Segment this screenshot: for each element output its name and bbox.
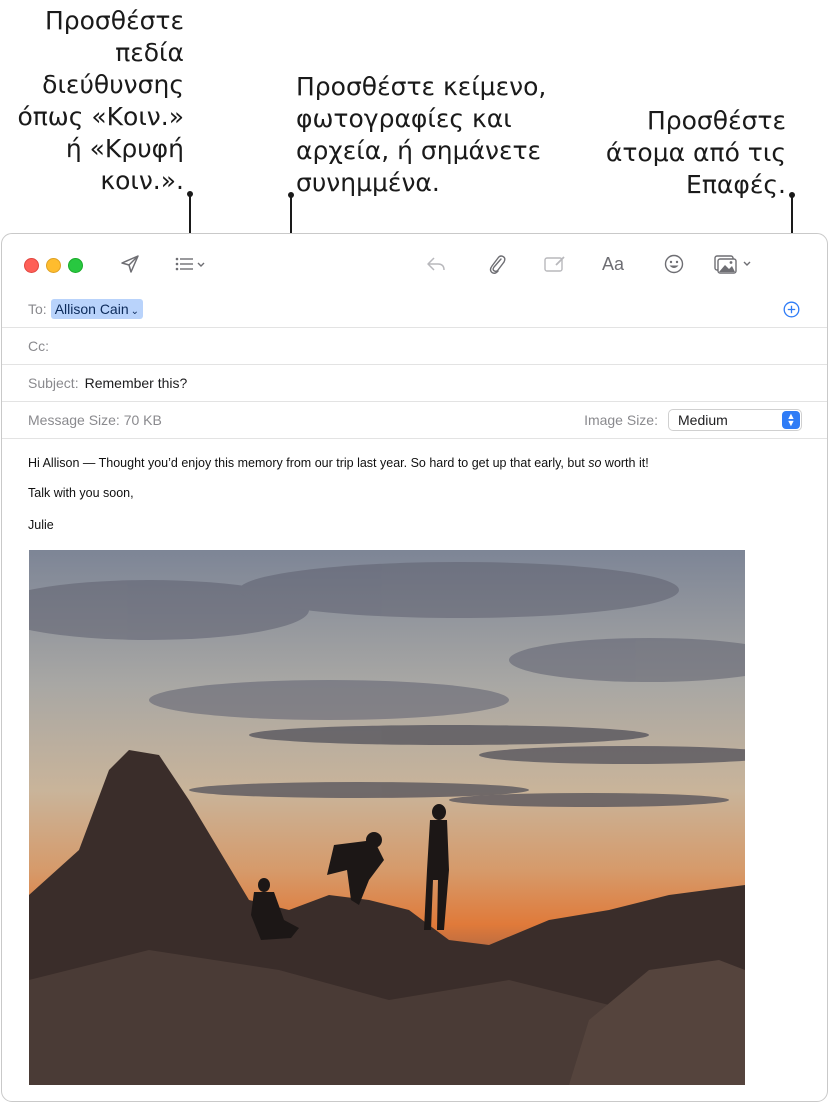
body-signature: Julie <box>28 518 54 532</box>
header-fields-button[interactable] <box>170 250 210 278</box>
recipient-token[interactable]: Allison Cain ⌄ <box>50 299 144 319</box>
image-size-select[interactable]: Medium ▲ ▼ <box>668 409 802 431</box>
attach-icon <box>489 255 506 274</box>
send-button[interactable] <box>116 250 144 278</box>
photo-browser-icon <box>714 255 751 274</box>
image-size-label: Image Size: <box>584 412 658 428</box>
emoji-button[interactable] <box>660 250 688 278</box>
recipient-name: Allison Cain <box>54 301 129 317</box>
message-size-bar: Message Size: 70 KB Image Size: Medium ▲… <box>2 402 827 439</box>
callout-add-content: Προσθέστε κείμενο, φωτογραφίες και αρχεί… <box>296 72 547 197</box>
chevron-down-icon: ⌄ <box>130 306 140 317</box>
minimize-window-button[interactable] <box>46 258 61 273</box>
zoom-window-button[interactable] <box>68 258 83 273</box>
emoji-icon <box>664 254 684 274</box>
photo-browser-button[interactable] <box>710 250 756 278</box>
body-line: Hi Allison — Thought you’d enjoy this me… <box>28 456 649 470</box>
reply-icon <box>427 257 445 271</box>
to-label: To: <box>28 301 47 317</box>
compose-window: Aa To: Allison Cain ⌄ Cc: Subject: Rememb… <box>1 233 828 1102</box>
attached-photo[interactable] <box>29 550 745 1085</box>
header-fields-icon <box>175 257 205 271</box>
format-button[interactable]: Aa <box>598 250 628 278</box>
select-stepper-icon: ▲ ▼ <box>782 411 800 429</box>
reply-button[interactable] <box>422 250 450 278</box>
markup-icon <box>544 256 565 272</box>
callout-add-contacts: Προσθέστε άτομα από τις Επαφές. <box>605 106 786 199</box>
attach-button[interactable] <box>483 250 511 278</box>
body-line: Talk with you soon, <box>28 486 134 500</box>
cc-label: Cc: <box>28 338 49 354</box>
message-size: Message Size: 70 KB <box>28 412 162 428</box>
cc-field[interactable]: Cc: <box>2 328 827 365</box>
subject-field[interactable]: Subject: Remember this? <box>2 365 827 402</box>
markup-button[interactable] <box>541 250 569 278</box>
add-contact-icon[interactable] <box>783 301 800 318</box>
subject-label: Subject: <box>28 375 79 391</box>
send-icon <box>121 255 139 273</box>
to-field[interactable]: To: Allison Cain ⌄ <box>2 291 827 328</box>
close-window-button[interactable] <box>24 258 39 273</box>
image-size-value: Medium <box>678 412 728 428</box>
callout-address-fields: Προσθέστε πεδία διεύθυνσης όπως «Κοιν.» … <box>17 6 184 195</box>
subject-value[interactable]: Remember this? <box>85 375 188 391</box>
